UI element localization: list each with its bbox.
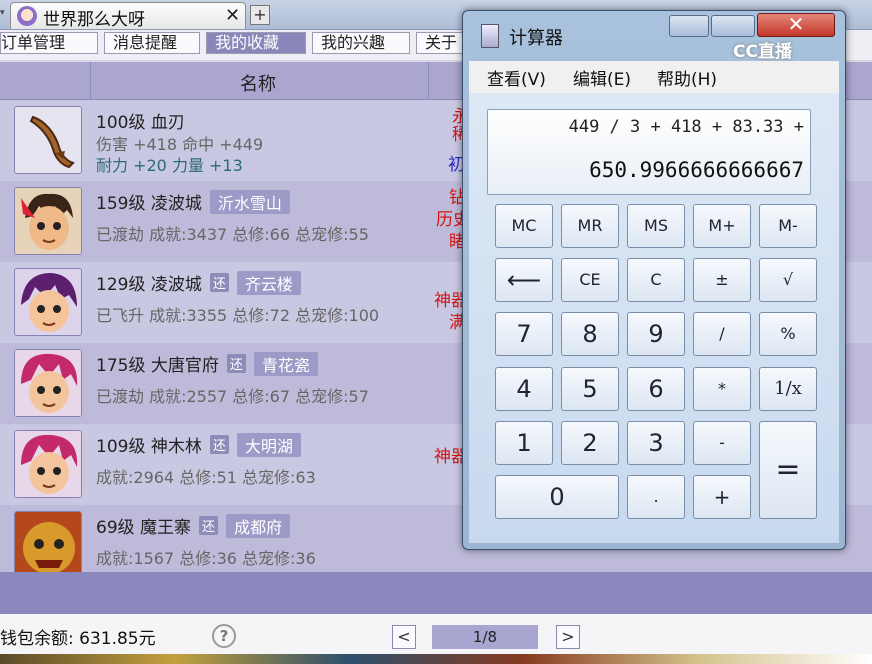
- tab-title: 世界那么大呀: [43, 10, 145, 30]
- clear-button[interactable]: C: [627, 258, 685, 302]
- memory-add-button[interactable]: M+: [693, 204, 751, 248]
- digit-8-button[interactable]: 8: [561, 312, 619, 356]
- backspace-button[interactable]: ⟵: [495, 258, 553, 302]
- tab-about[interactable]: 关于: [416, 32, 466, 54]
- help-icon[interactable]: ?: [212, 624, 236, 648]
- item-stats: 成就:1567 总修:36 总宠修:36: [96, 549, 316, 568]
- memory-recall-button[interactable]: MR: [561, 204, 619, 248]
- calculator-app-icon: [481, 24, 499, 48]
- next-page-button[interactable]: >: [556, 625, 580, 649]
- add-button[interactable]: +: [693, 475, 751, 519]
- character-avatar: [14, 511, 82, 572]
- reciprocal-button[interactable]: 1/x: [759, 367, 817, 411]
- menu-help[interactable]: 帮助(H): [657, 65, 717, 90]
- tab-messages[interactable]: 消息提醒: [104, 32, 200, 54]
- digit-9-button[interactable]: 9: [627, 312, 685, 356]
- tab-favorites[interactable]: 我的收藏: [206, 32, 306, 54]
- digit-5-button[interactable]: 5: [561, 367, 619, 411]
- item-level-name: 129级 凌波城: [96, 275, 202, 295]
- maximize-button[interactable]: [711, 15, 755, 37]
- item-level-name: 69级 魔王寨: [96, 518, 192, 538]
- clear-entry-button[interactable]: CE: [561, 258, 619, 302]
- item-stats-attributes: 耐力 +20 力量 +13: [96, 156, 243, 175]
- calculator-display: 449 / 3 + 418 + 83.33 + 650.996666666666…: [487, 109, 811, 195]
- item-level-name: 109级 神木林: [96, 437, 202, 457]
- column-name-header[interactable]: 名称: [240, 70, 276, 96]
- digit-0-button[interactable]: 0: [495, 475, 619, 519]
- new-tab-button[interactable]: +: [250, 5, 270, 25]
- multiply-button[interactable]: *: [693, 367, 751, 411]
- browser-tab[interactable]: 世界那么大呀 ✕: [10, 2, 246, 30]
- character-avatar: [14, 268, 82, 336]
- item-level-name: 175级 大唐官府: [96, 356, 219, 376]
- subtract-button[interactable]: -: [693, 421, 751, 465]
- close-button[interactable]: ✕: [757, 13, 835, 37]
- digit-6-button[interactable]: 6: [627, 367, 685, 411]
- server-badge: 齐云楼: [236, 271, 301, 295]
- character-avatar: [14, 430, 82, 498]
- item-stats: 已渡劫 成就:3437 总修:66 总宠修:55: [96, 225, 369, 244]
- calculator-title: 计算器: [509, 28, 563, 49]
- digit-3-button[interactable]: 3: [627, 421, 685, 465]
- server-badge: 沂水雪山: [209, 190, 290, 214]
- tab-orders[interactable]: 订单管理: [0, 32, 98, 54]
- memory-store-button[interactable]: MS: [627, 204, 685, 248]
- divide-button[interactable]: /: [693, 312, 751, 356]
- tab-list-arrow-icon[interactable]: ▾: [0, 8, 8, 18]
- item-level-name: 159级 凌波城: [96, 194, 202, 214]
- tab-close-icon[interactable]: ✕: [225, 5, 240, 26]
- digit-2-button[interactable]: 2: [561, 421, 619, 465]
- equals-button[interactable]: =: [759, 421, 817, 519]
- server-badge: 成都府: [226, 514, 291, 538]
- square-root-button[interactable]: √: [759, 258, 817, 302]
- percent-button[interactable]: %: [759, 312, 817, 356]
- taskbar-strip: [0, 654, 872, 664]
- negate-button[interactable]: ±: [693, 258, 751, 302]
- memory-subtract-button[interactable]: M-: [759, 204, 817, 248]
- return-badge: 还: [199, 516, 219, 535]
- minimize-button[interactable]: [669, 15, 709, 37]
- weapon-item-icon: [14, 106, 82, 174]
- return-badge: 还: [209, 435, 229, 454]
- prev-page-button[interactable]: <: [392, 625, 416, 649]
- tab-interests[interactable]: 我的兴趣: [312, 32, 410, 54]
- cc-live-watermark: CC直播: [733, 42, 792, 62]
- return-badge: 还: [226, 354, 246, 373]
- calculator-menu-bar: 查看(V) 编辑(E) 帮助(H): [469, 61, 839, 93]
- memory-clear-button[interactable]: MC: [495, 204, 553, 248]
- item-level-name: 100级 血刃: [96, 113, 185, 133]
- character-avatar: [14, 349, 82, 417]
- decimal-button[interactable]: .: [627, 475, 685, 519]
- digit-1-button[interactable]: 1: [495, 421, 553, 465]
- digit-7-button[interactable]: 7: [495, 312, 553, 356]
- item-stats: 成就:2964 总修:51 总宠修:63: [96, 468, 316, 487]
- table-empty-area: [0, 572, 872, 614]
- character-avatar: [14, 187, 82, 255]
- item-stats: 已飞升 成就:3355 总修:72 总宠修:100: [96, 306, 380, 325]
- digit-4-button[interactable]: 4: [495, 367, 553, 411]
- menu-view[interactable]: 查看(V): [487, 65, 546, 90]
- menu-edit[interactable]: 编辑(E): [573, 65, 631, 90]
- expression-readout: 449 / 3 + 418 + 83.33 +: [568, 117, 804, 137]
- return-badge: 还: [209, 273, 229, 292]
- server-badge: 青花瓷: [253, 352, 318, 376]
- result-readout: 650.9966666666667: [589, 158, 804, 182]
- item-stats: 已渡劫 成就:2557 总修:67 总宠修:57: [96, 387, 369, 406]
- footer-bar: 钱包余额: 631.85元 ? < 1/8 >: [0, 614, 872, 654]
- calculator-window[interactable]: 计算器 ✕ CC直播 查看(V) 编辑(E) 帮助(H) 449 / 3 + 4…: [462, 10, 846, 550]
- server-badge: 大明湖: [236, 433, 301, 457]
- wallet-balance: 钱包余额: 631.85元: [0, 629, 156, 649]
- page-indicator[interactable]: 1/8: [432, 625, 538, 649]
- favicon-icon: [17, 6, 37, 26]
